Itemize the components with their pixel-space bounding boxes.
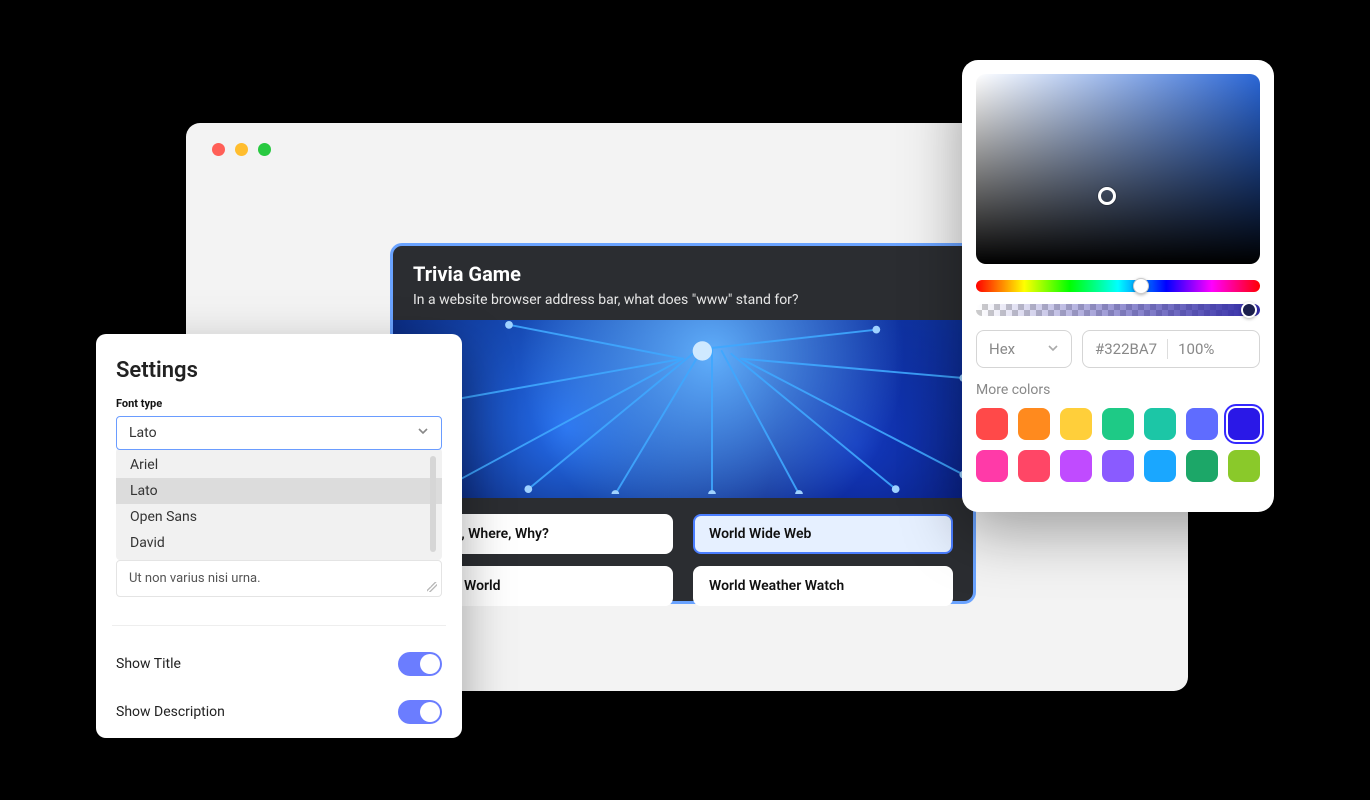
color-swatch[interactable] — [1144, 450, 1176, 482]
chevron-down-icon — [1047, 340, 1059, 358]
divider — [112, 625, 446, 626]
color-swatch[interactable] — [1102, 450, 1134, 482]
font-option[interactable]: David — [116, 530, 442, 556]
trivia-card: Trivia Game In a website browser address… — [390, 243, 976, 604]
font-type-dropdown: ArielLatoOpen SansDavid — [116, 448, 442, 560]
toggle-label: Show Title — [116, 656, 181, 672]
toggle-row: Show Description — [116, 688, 442, 736]
toggle-label: Show Description — [116, 704, 225, 720]
scrollbar[interactable] — [430, 456, 436, 552]
hex-value: #322BA7 — [1095, 340, 1157, 358]
color-swatch[interactable] — [976, 408, 1008, 440]
alpha-slider[interactable] — [976, 304, 1260, 316]
color-mode-select[interactable]: Hex — [976, 330, 1072, 368]
trivia-answers: What, Where, Why?World Wide WebWest Worl… — [413, 514, 953, 606]
color-swatch[interactable] — [1186, 408, 1218, 440]
window-minimize-icon[interactable] — [235, 143, 248, 156]
trivia-question: In a website browser address bar, what d… — [413, 292, 953, 308]
more-colors-label: More colors — [976, 382, 1260, 398]
chevron-down-icon — [417, 425, 429, 441]
font-option[interactable]: Ariel — [116, 452, 442, 478]
saturation-value-field[interactable] — [976, 74, 1260, 264]
toggle-row: Show Title — [116, 640, 442, 688]
trivia-image — [393, 320, 973, 498]
window-controls — [212, 143, 271, 156]
color-swatch[interactable] — [1018, 408, 1050, 440]
alpha-value: 100% — [1178, 340, 1214, 358]
color-swatch[interactable] — [1018, 450, 1050, 482]
color-swatch[interactable] — [1060, 450, 1092, 482]
font-type-value: Lato — [129, 425, 157, 441]
description-textarea[interactable]: Ut non varius nisi urna. — [116, 560, 442, 597]
font-option[interactable]: Open Sans — [116, 504, 442, 530]
trivia-title: Trivia Game — [413, 262, 953, 286]
color-swatch[interactable] — [1102, 408, 1134, 440]
hue-handle[interactable] — [1133, 278, 1149, 294]
color-swatch[interactable] — [976, 450, 1008, 482]
settings-title: Settings — [116, 358, 442, 383]
color-swatch[interactable] — [1144, 408, 1176, 440]
toggle-switch[interactable] — [398, 700, 442, 724]
color-swatch[interactable] — [1228, 450, 1260, 482]
font-option[interactable]: Lato — [116, 478, 442, 504]
color-swatches — [976, 408, 1260, 482]
window-close-icon[interactable] — [212, 143, 225, 156]
satval-handle[interactable] — [1098, 187, 1116, 205]
font-type-label: Font type — [116, 397, 442, 410]
settings-panel: Settings Font type Lato ArielLatoOpen Sa… — [96, 334, 462, 738]
hex-input[interactable]: #322BA7 100% — [1082, 330, 1260, 368]
color-swatch[interactable] — [1186, 450, 1218, 482]
font-type-select[interactable]: Lato — [116, 416, 442, 450]
color-swatch[interactable] — [1228, 408, 1260, 440]
trivia-answer[interactable]: World Wide Web — [693, 514, 953, 554]
alpha-handle[interactable] — [1241, 302, 1257, 318]
window-maximize-icon[interactable] — [258, 143, 271, 156]
hue-slider[interactable] — [976, 280, 1260, 292]
toggle-switch[interactable] — [398, 652, 442, 676]
color-picker-panel: Hex #322BA7 100% More colors — [962, 60, 1274, 512]
trivia-answer[interactable]: World Weather Watch — [693, 566, 953, 606]
color-swatch[interactable] — [1060, 408, 1092, 440]
